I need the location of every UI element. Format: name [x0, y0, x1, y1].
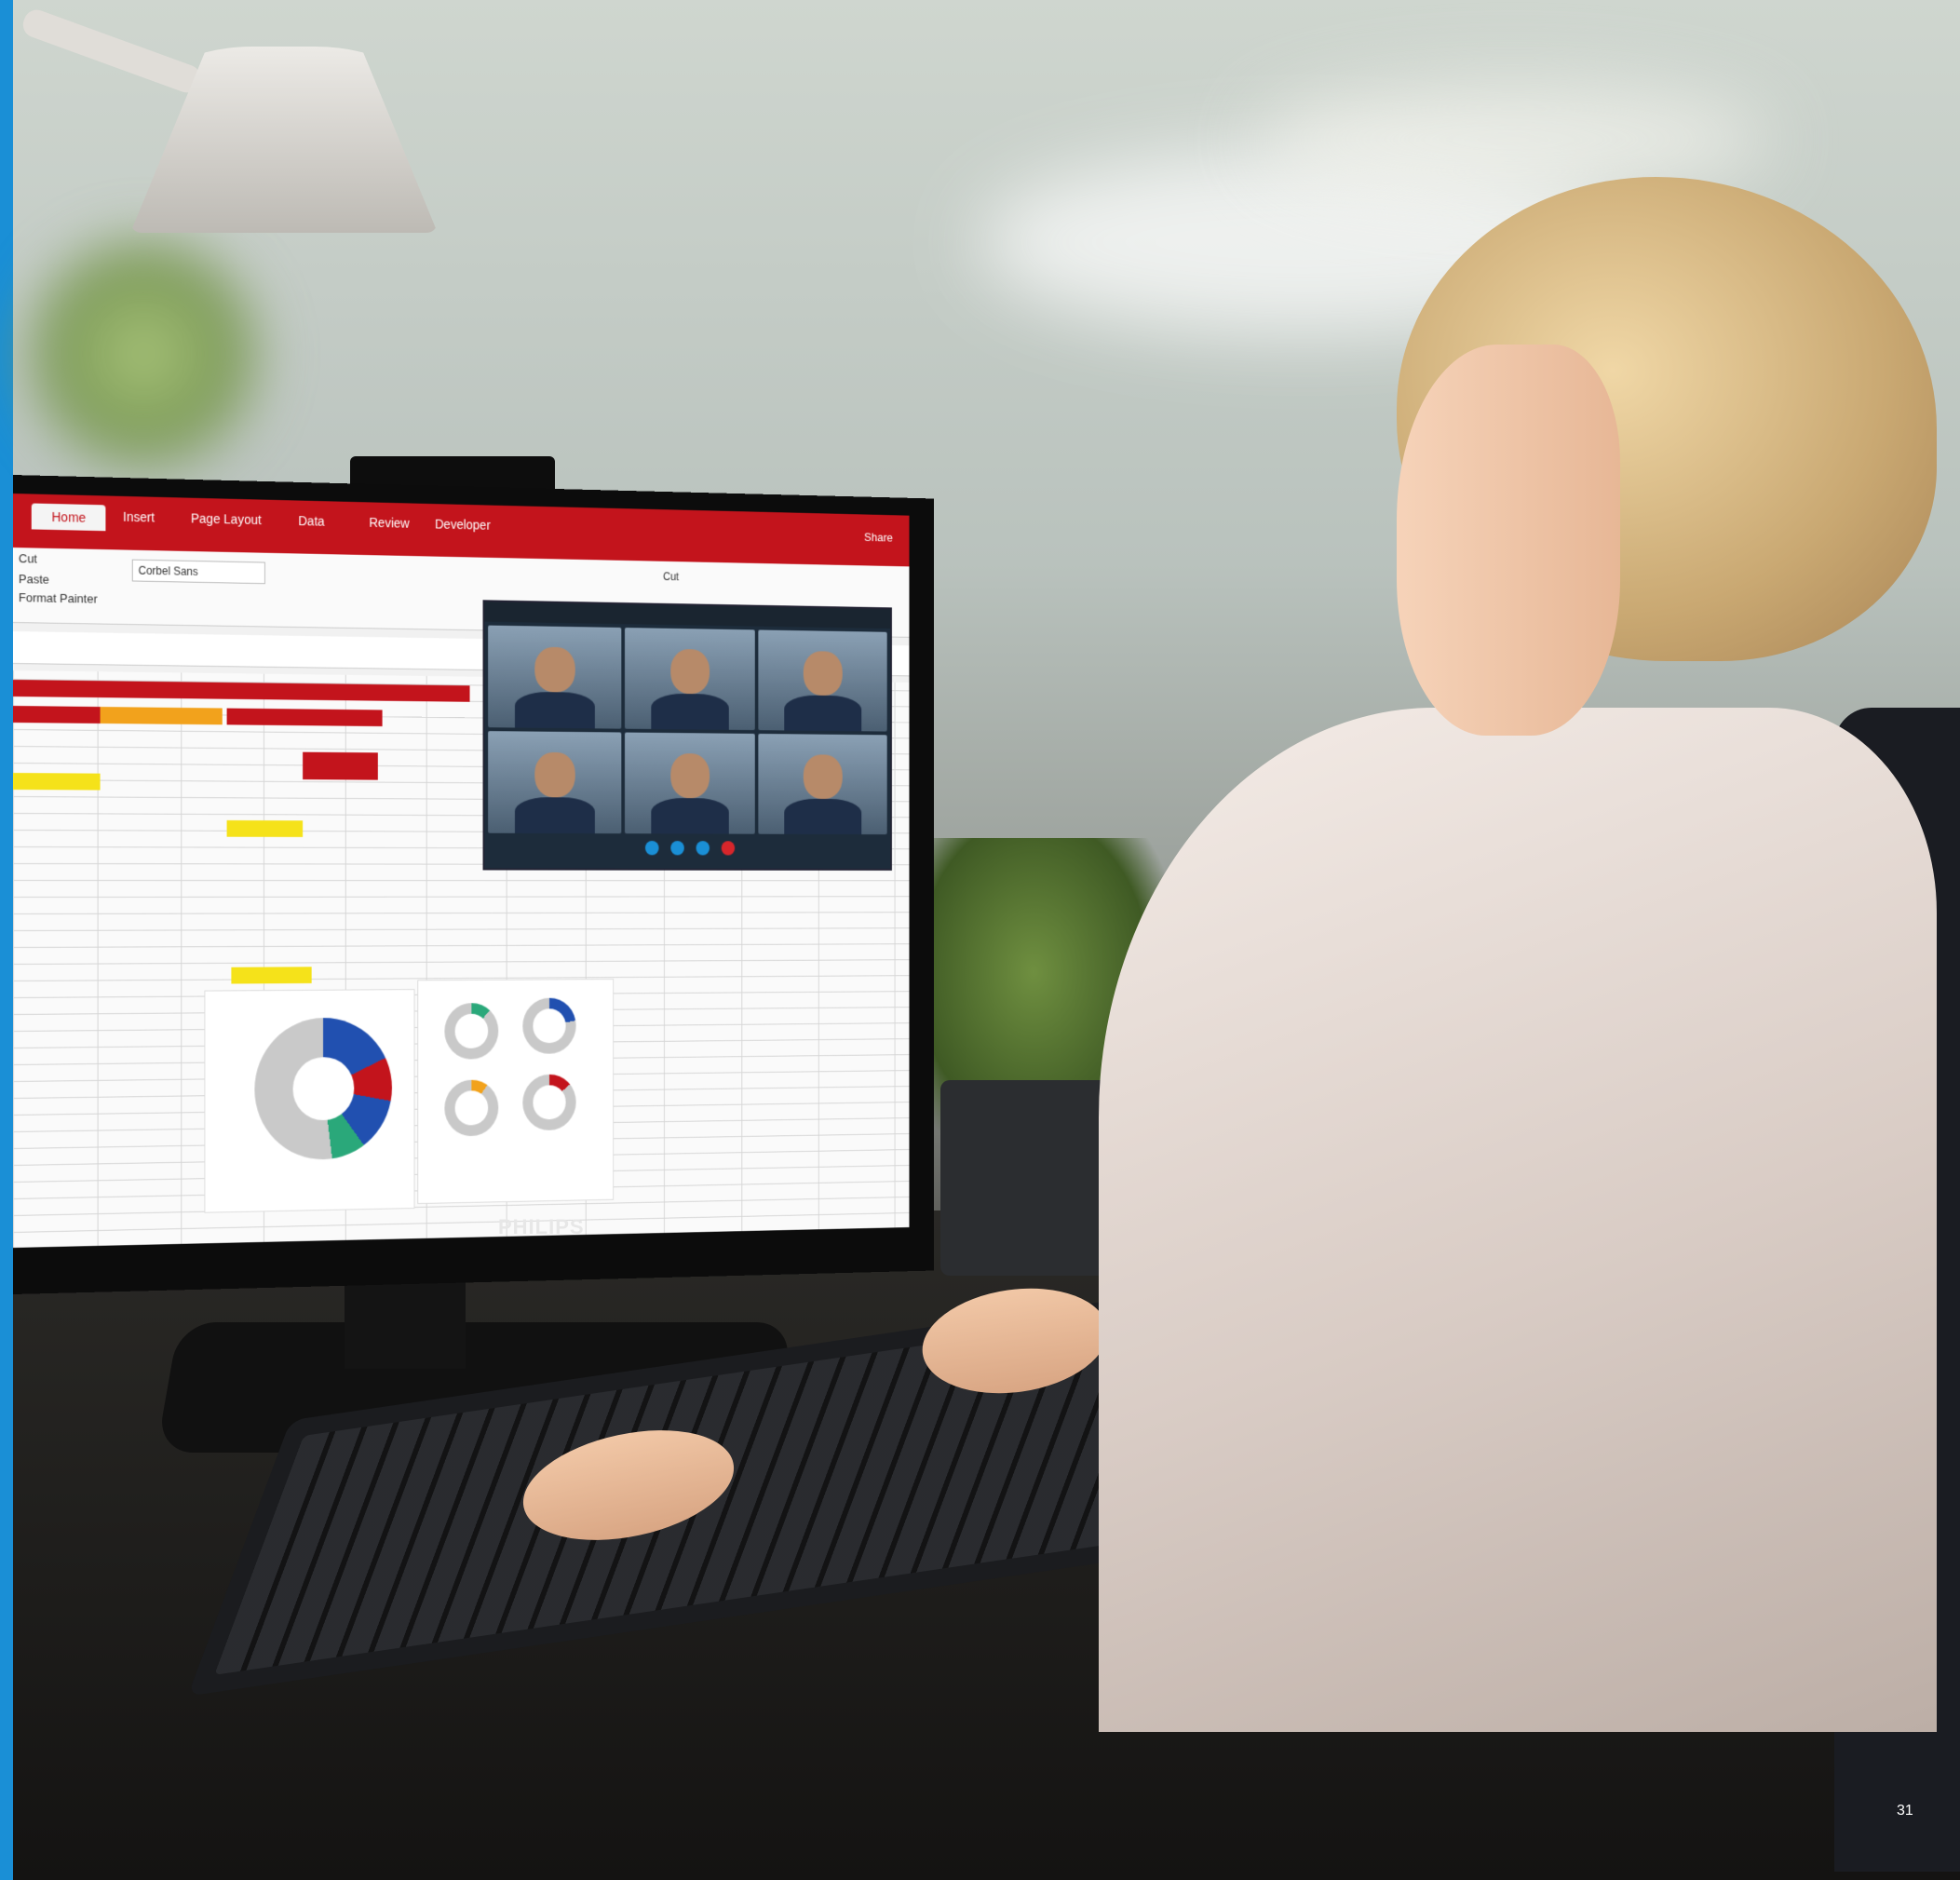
call-controls	[484, 837, 890, 856]
donut-chart-card	[204, 989, 415, 1213]
tab-home[interactable]: Home	[31, 503, 106, 532]
cut-button[interactable]: Cut	[663, 570, 679, 583]
highlight-cell	[13, 773, 101, 791]
microphone-icon[interactable]	[670, 841, 684, 856]
monitor: Home Insert Page Layout Data Review Deve…	[13, 475, 934, 1294]
highlight-cell	[226, 819, 304, 837]
gauge-chart	[522, 997, 576, 1054]
participant-tile[interactable]	[624, 628, 756, 731]
spreadsheet-screen: Home Insert Page Layout Data Review Deve…	[13, 494, 910, 1248]
participant-tile[interactable]	[488, 731, 622, 834]
tab-insert[interactable]: Insert	[123, 509, 155, 525]
donut-chart	[254, 1017, 392, 1161]
header-cell	[226, 708, 304, 726]
highlight-cell	[231, 967, 312, 984]
tab-page-layout[interactable]: Page Layout	[191, 511, 262, 528]
participant-grid	[484, 622, 890, 838]
page-edge-bar	[0, 0, 13, 1880]
tab-review[interactable]: Review	[369, 515, 409, 531]
participant-tile[interactable]	[488, 625, 622, 729]
cut-command[interactable]: Cut	[19, 551, 37, 565]
highlight-cell	[303, 751, 378, 780]
header-cell	[100, 707, 223, 725]
share-button[interactable]: Share	[864, 531, 893, 545]
video-call-window[interactable]	[482, 600, 892, 871]
paste-command[interactable]: Paste	[19, 572, 49, 587]
share-screen-icon[interactable]	[696, 841, 710, 856]
gauge-chart	[444, 1079, 499, 1137]
header-cell	[303, 709, 383, 727]
background-plant	[13, 214, 274, 494]
participant-tile[interactable]	[624, 732, 756, 834]
header-cell	[13, 706, 101, 724]
font-name-select[interactable]: Corbel Sans	[131, 559, 265, 585]
photo-scene: Home Insert Page Layout Data Review Deve…	[0, 0, 1960, 1880]
participant-tile[interactable]	[758, 629, 887, 732]
end-call-icon[interactable]	[721, 841, 736, 856]
format-painter-command[interactable]: Format Painter	[19, 590, 98, 605]
gauge-chart	[522, 1074, 576, 1131]
camera-icon[interactable]	[644, 840, 659, 856]
participant-tile[interactable]	[758, 733, 887, 835]
tab-developer[interactable]: Developer	[435, 517, 491, 533]
gauge-chart-card	[417, 979, 615, 1205]
monitor-brand-logo: PHILIPS	[498, 1215, 585, 1238]
page-number: 31	[1897, 1803, 1913, 1819]
woman-face	[1397, 345, 1620, 736]
woman-blouse	[1099, 708, 1937, 1732]
desk-lamp-arm	[19, 6, 205, 97]
gauge-chart	[444, 1003, 499, 1060]
tab-data[interactable]: Data	[298, 513, 324, 528]
